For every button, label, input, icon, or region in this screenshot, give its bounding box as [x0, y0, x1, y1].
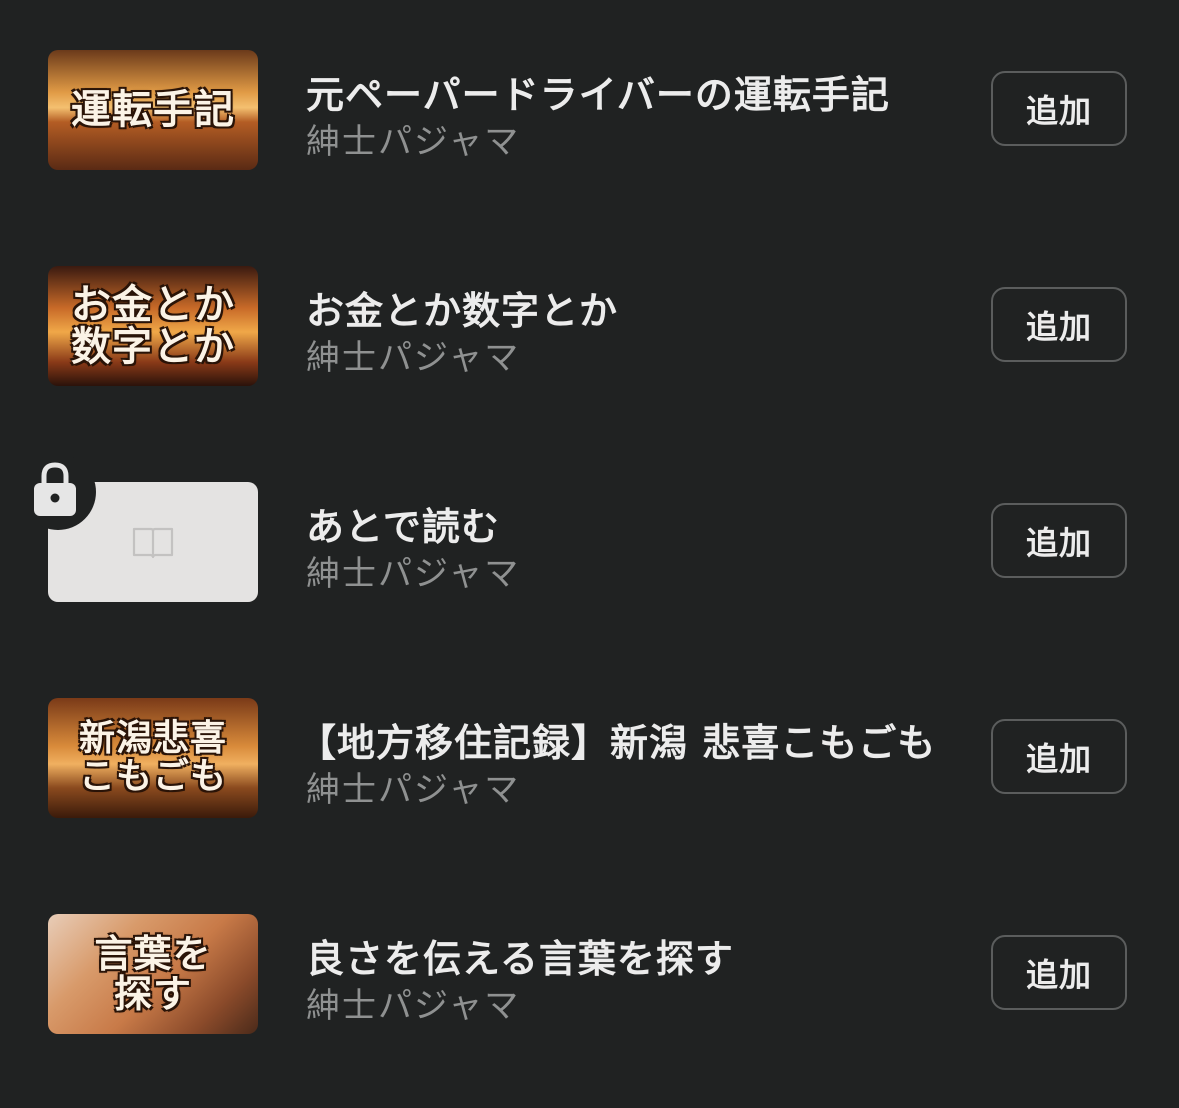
magazine-author: 紳士パジャマ: [306, 986, 521, 1026]
thumbnail-text: 新潟悲喜 こもごも: [78, 717, 227, 797]
magazine-author: 紳士パジャマ: [306, 554, 521, 594]
magazine-title[interactable]: 【地方移住記録】新潟 悲喜こもごも: [298, 712, 936, 767]
magazine-title[interactable]: お金とか数字とか: [306, 280, 618, 335]
magazine-item[interactable]: 言葉を 探す 良さを伝える言葉を探す 紳士パジャマ 追加: [0, 864, 1179, 1080]
add-button[interactable]: 追加: [991, 935, 1127, 1010]
magazine-item[interactable]: 運転手記 元ペーパードライバーの運転手記 紳士パジャマ 追加: [0, 0, 1179, 216]
magazine-thumbnail[interactable]: 新潟悲喜 こもごも: [48, 698, 258, 818]
magazine-item[interactable]: お金とか 数字とか お金とか数字とか 紳士パジャマ 追加: [0, 216, 1179, 432]
magazine-author: 紳士パジャマ: [306, 770, 521, 810]
magazine-author: 紳士パジャマ: [306, 338, 521, 378]
magazine-item[interactable]: あとで読む 紳士パジャマ 追加: [0, 432, 1179, 648]
magazine-title[interactable]: 元ペーパードライバーの運転手記: [306, 64, 890, 119]
add-button[interactable]: 追加: [991, 503, 1127, 578]
magazine-title[interactable]: 良さを伝える言葉を探す: [306, 928, 734, 983]
book-icon: [132, 527, 174, 559]
private-badge: [20, 454, 96, 530]
add-button[interactable]: 追加: [991, 719, 1127, 794]
thumbnail-text: 言葉を 探す: [94, 931, 212, 1016]
magazine-author: 紳士パジャマ: [306, 122, 521, 162]
magazine-item[interactable]: 新潟悲喜 こもごも 【地方移住記録】新潟 悲喜こもごも 紳士パジャマ 追加: [0, 648, 1179, 864]
magazine-thumbnail[interactable]: 運転手記: [48, 50, 258, 170]
add-button[interactable]: 追加: [991, 71, 1127, 146]
magazine-thumbnail[interactable]: 言葉を 探す: [48, 914, 258, 1034]
magazine-list: 運転手記 元ペーパードライバーの運転手記 紳士パジャマ 追加 お金とか 数字とか…: [0, 0, 1179, 1108]
thumbnail-text: お金とか 数字とか: [71, 281, 235, 370]
thumbnail-text: 運転手記: [71, 86, 235, 133]
magazine-title[interactable]: あとで読む: [306, 496, 500, 551]
magazine-thumbnail[interactable]: お金とか 数字とか: [48, 266, 258, 386]
lock-icon: [34, 462, 76, 516]
add-button[interactable]: 追加: [991, 287, 1127, 362]
